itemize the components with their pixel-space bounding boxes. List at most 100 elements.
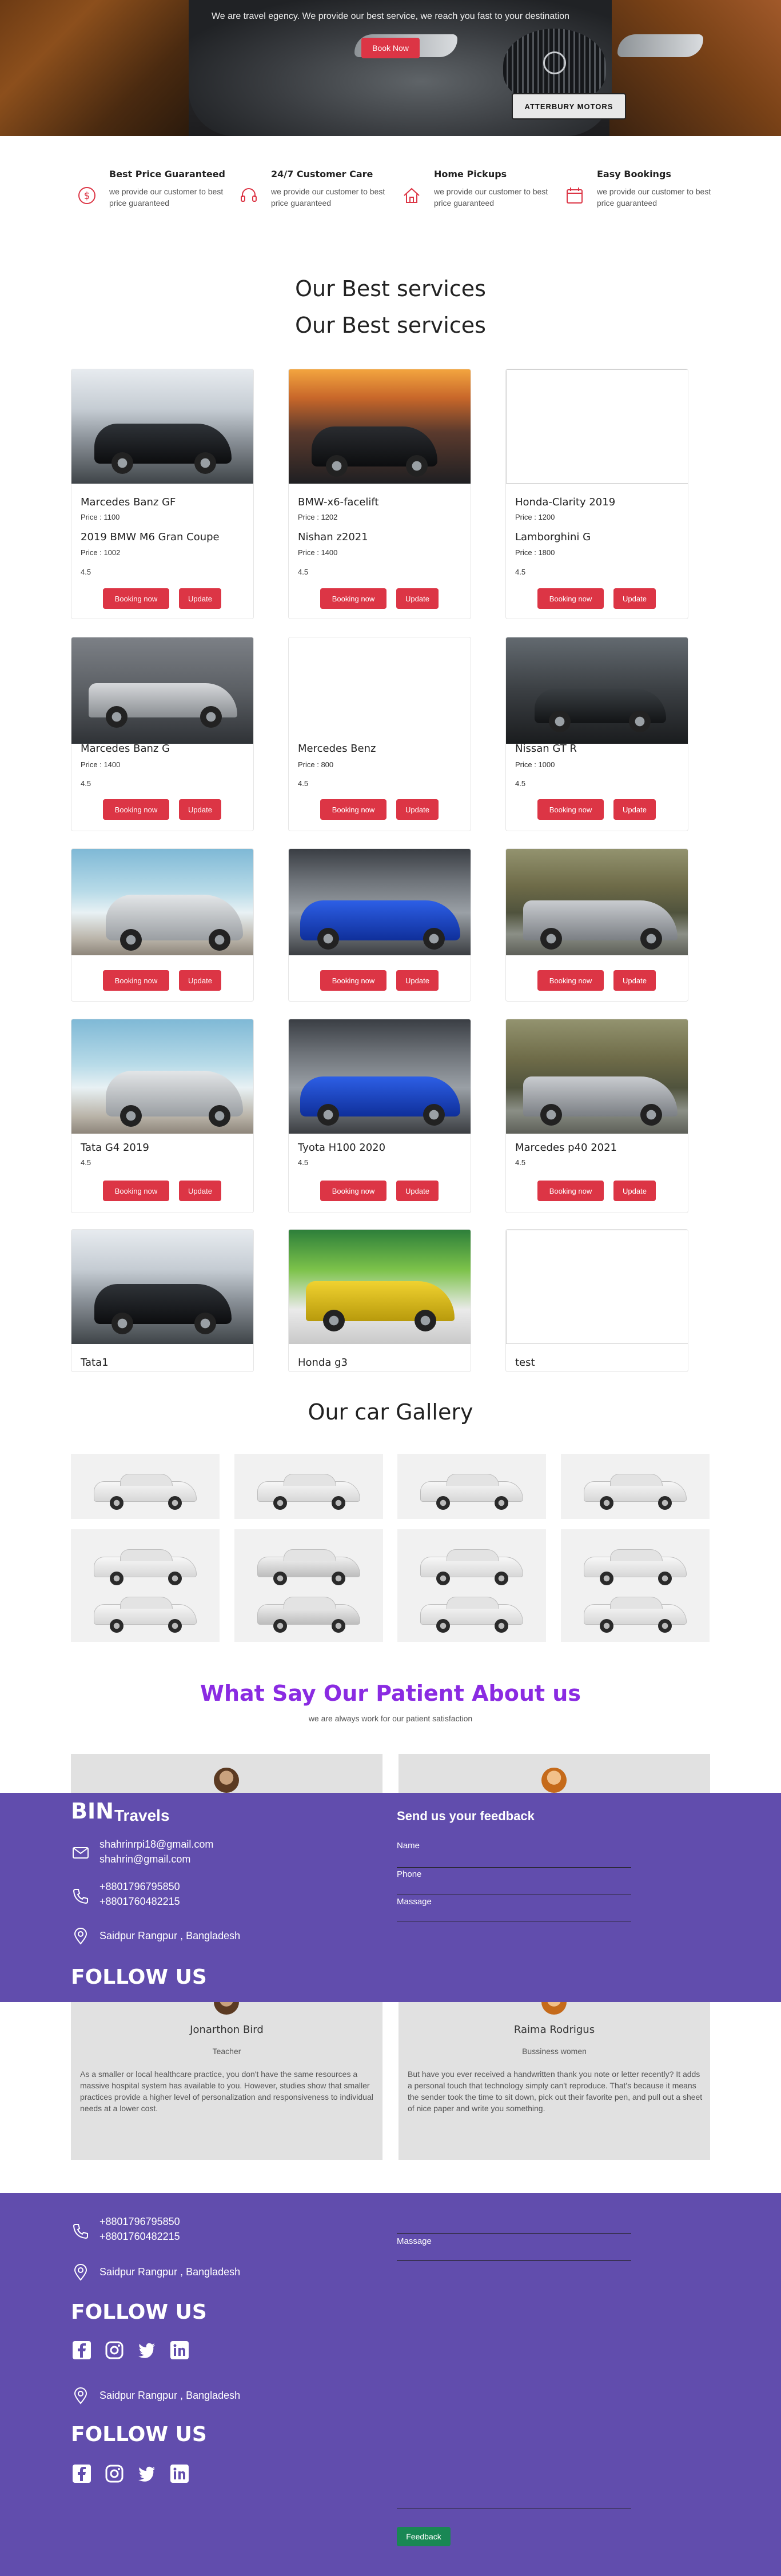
footer-address: Saidpur Rangpur , Bangladesh xyxy=(99,2390,241,2401)
footer-phone[interactable]: +8801760482215 xyxy=(99,2231,180,2243)
footer-address: Saidpur Rangpur , Bangladesh xyxy=(99,1930,241,1941)
service-card: Tata1 xyxy=(71,1229,254,1372)
service-card: Marcedes p40 2021 4.5 Booking now Update xyxy=(505,1019,688,1213)
service-card: Honda-Clarity 2019 Price : 1200 Lamborgh… xyxy=(505,369,688,619)
service-card: Booking now Update xyxy=(71,848,254,1002)
facebook-icon[interactable] xyxy=(72,2340,91,2360)
car-name: Tata G4 2019 xyxy=(81,1142,149,1154)
phone-icon xyxy=(73,2224,88,2239)
footer-brand-bold: BIN xyxy=(71,1799,114,1824)
booking-now-button[interactable]: Booking now xyxy=(103,970,169,991)
booking-now-button[interactable]: Booking now xyxy=(320,1181,386,1201)
hero-book-now-button[interactable]: Book Now xyxy=(361,38,420,58)
car-name: BMW-x6-facelift xyxy=(298,496,379,508)
message-input[interactable] xyxy=(397,2260,631,2261)
feature-title: 24/7 Customer Care xyxy=(271,169,373,180)
update-button[interactable]: Update xyxy=(179,799,221,820)
gallery-image[interactable] xyxy=(561,1529,710,1642)
footer-phone[interactable]: +8801796795850 xyxy=(99,2216,180,2228)
booking-now-button[interactable]: Booking now xyxy=(103,1181,169,1201)
car-image xyxy=(289,1019,471,1134)
twitter-icon[interactable] xyxy=(137,2340,157,2360)
update-button[interactable]: Update xyxy=(396,588,439,609)
service-card: Mercedes Benz Price : 800 4.5 Booking no… xyxy=(288,637,471,831)
gallery-image[interactable] xyxy=(234,1529,383,1642)
footer-phone[interactable]: +8801796795850 xyxy=(99,1881,180,1893)
feedback-submit-button[interactable]: Feedback xyxy=(397,2527,451,2546)
car-name: Mercedes Benz xyxy=(298,743,376,755)
facebook-icon[interactable] xyxy=(72,2464,91,2483)
footer-phone[interactable]: +8801760482215 xyxy=(99,1896,180,1908)
update-button[interactable]: Update xyxy=(613,588,656,609)
linkedin-icon[interactable] xyxy=(170,2464,189,2483)
gallery-image[interactable] xyxy=(234,1454,383,1519)
gallery-image[interactable] xyxy=(71,1529,220,1642)
booking-now-button[interactable]: Booking now xyxy=(537,970,604,991)
instagram-icon[interactable] xyxy=(105,2464,124,2483)
car-image xyxy=(506,849,688,955)
car-rating: 4.5 xyxy=(515,1158,526,1167)
gallery-image[interactable] xyxy=(397,1529,546,1642)
booking-now-button[interactable]: Booking now xyxy=(320,799,386,820)
name-input[interactable] xyxy=(397,1867,631,1868)
service-card: Booking now Update xyxy=(288,848,471,1002)
footer-email[interactable]: shahrin@gmail.com xyxy=(99,1853,190,1865)
booking-now-button[interactable]: Booking now xyxy=(103,799,169,820)
license-plate: ATTERBURY MOTORS xyxy=(512,93,626,119)
car-price: Price : 1000 xyxy=(515,760,555,769)
testimonial-name: Jonarthon Bird xyxy=(190,2024,264,2036)
avatar xyxy=(541,1768,567,1793)
update-button[interactable]: Update xyxy=(613,799,656,820)
booking-now-button[interactable]: Booking now xyxy=(537,799,604,820)
update-button[interactable]: Update xyxy=(179,970,221,991)
instagram-icon[interactable] xyxy=(105,2340,124,2360)
car-price: Price : 1200 xyxy=(515,513,555,521)
name-label: Name xyxy=(397,1841,420,1851)
booking-now-button[interactable]: Booking now xyxy=(320,970,386,991)
booking-now-button[interactable]: Booking now xyxy=(320,588,386,609)
car-name: 2019 BMW M6 Gran Coupe xyxy=(81,531,220,543)
footer: +8801796795850 +8801760482215 Saidpur Ra… xyxy=(0,2193,781,2576)
car-rating: 4.5 xyxy=(515,779,526,788)
footer-email[interactable]: shahrinrpi18@gmail.com xyxy=(99,1839,213,1851)
follow-us-title: FOLLOW US xyxy=(71,1965,207,1989)
update-button[interactable]: Update xyxy=(179,588,221,609)
linkedin-icon[interactable] xyxy=(170,2340,189,2360)
update-button[interactable]: Update xyxy=(179,1181,221,1201)
headset-icon xyxy=(241,188,257,202)
gallery-image[interactable] xyxy=(397,1454,546,1519)
phone-input[interactable] xyxy=(397,2233,631,2234)
testimonials-title: What Say Our Patient About us xyxy=(200,1681,581,1706)
booking-now-button[interactable]: Booking now xyxy=(537,1181,604,1201)
update-button[interactable]: Update xyxy=(396,1181,439,1201)
feature-desc: we provide our customer to best price gu… xyxy=(434,187,548,208)
avatar xyxy=(214,1768,239,1793)
feature-desc: we provide our customer to best price gu… xyxy=(109,187,224,208)
update-button[interactable]: Update xyxy=(396,799,439,820)
booking-now-button[interactable]: Booking now xyxy=(103,588,169,609)
service-card: Tyota H100 2020 4.5 Booking now Update xyxy=(288,1019,471,1213)
update-button[interactable]: Update xyxy=(613,970,656,991)
follow-us-title: FOLLOW US xyxy=(71,2300,207,2324)
follow-us-title: FOLLOW US xyxy=(71,2423,207,2446)
feedback-title: Send us your feedback xyxy=(397,1809,535,1823)
testimonial-role: Teacher xyxy=(212,2047,241,2056)
twitter-icon[interactable] xyxy=(137,2464,157,2483)
location-icon xyxy=(74,2387,87,2404)
update-button[interactable]: Update xyxy=(396,970,439,991)
update-button[interactable]: Update xyxy=(613,1181,656,1201)
booking-now-button[interactable]: Booking now xyxy=(537,588,604,609)
car-image xyxy=(289,849,471,955)
gallery-image[interactable] xyxy=(561,1454,710,1519)
car-rating: 4.5 xyxy=(298,1158,309,1167)
car-name: Honda-Clarity 2019 xyxy=(515,496,616,508)
feature-best-price: $ Best Price Guaranteed we provide our c… xyxy=(77,169,229,214)
headlight-right xyxy=(617,34,703,57)
broken-image-icon xyxy=(506,1230,688,1344)
car-image xyxy=(506,637,688,744)
phone-icon xyxy=(73,1889,88,1904)
service-card: Booking now Update xyxy=(505,848,688,1002)
service-card: test xyxy=(505,1229,688,1372)
gallery-image[interactable] xyxy=(71,1454,220,1519)
service-card: Tata G4 2019 4.5 Booking now Update xyxy=(71,1019,254,1213)
